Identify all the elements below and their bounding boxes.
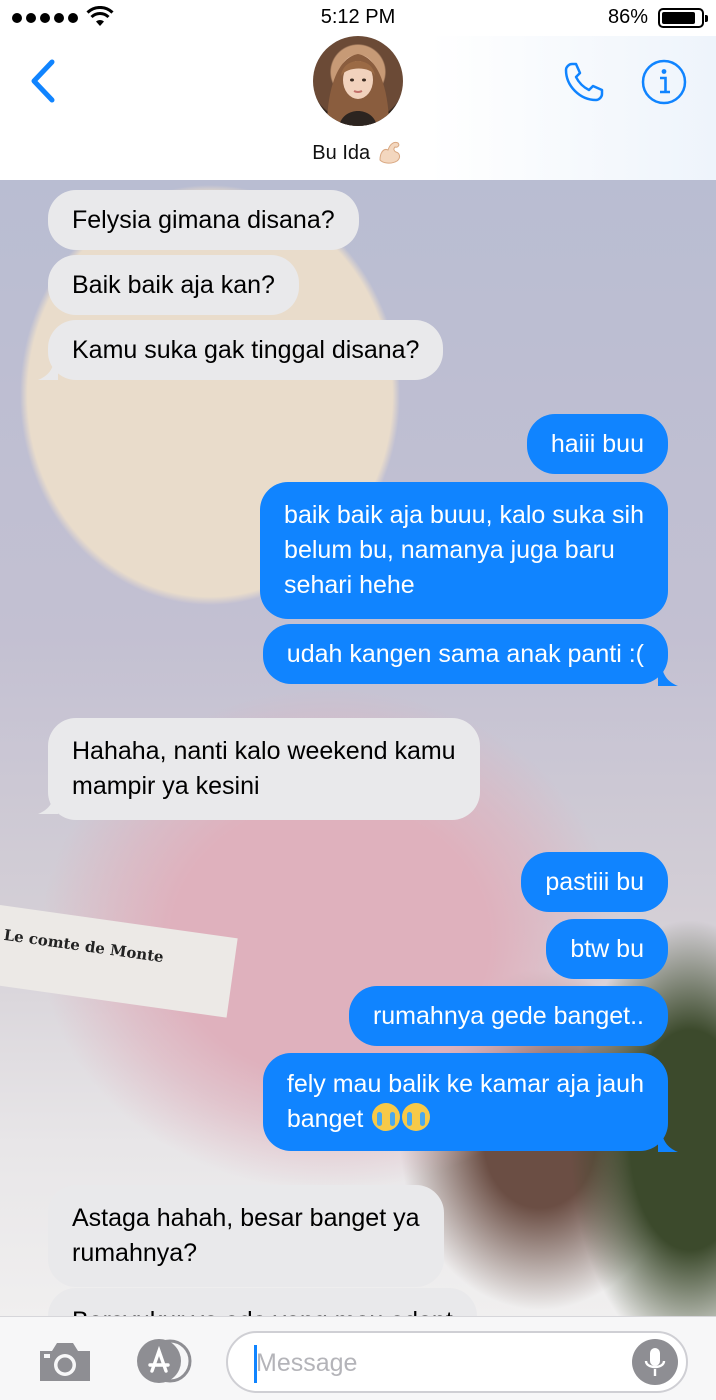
bubble-tail (658, 1134, 678, 1152)
outgoing-message[interactable]: fely mau balik ke kamar aja jauh banget (262, 1053, 668, 1151)
flexed-biceps-emoji (376, 141, 404, 164)
message-text: btw bu (570, 935, 644, 963)
message-text: rumahnya gede banget.. (372, 1002, 644, 1030)
loudly-crying-face-emoji (402, 1103, 431, 1131)
outgoing-message[interactable]: udah kangen sama anak panti :( (262, 624, 668, 684)
incoming-message[interactable]: Bersyukur ya ada yang mau adopt (48, 1288, 477, 1316)
incoming-message[interactable]: Felysia gimana disana? (48, 190, 359, 250)
message-text: mampir ya kesini (72, 772, 260, 800)
bubble-tail (38, 362, 58, 380)
back-chevron-icon[interactable] (26, 58, 60, 104)
outgoing-message[interactable]: baik baik aja buuu, kalo suka sih belum … (260, 482, 668, 619)
message-text: pastiii bu (545, 868, 644, 896)
message-field[interactable] (226, 1331, 688, 1393)
contact-name[interactable]: Bu Ida (0, 138, 716, 165)
wallpaper-label-text: Le comte de Monte (2, 925, 165, 967)
battery-icon (658, 8, 708, 28)
chat-thread[interactable]: Le comte de Monte Felysia gimana disana?… (0, 180, 716, 1316)
app-store-icon[interactable] (130, 1337, 194, 1385)
message-text: Baik baik aja kan? (72, 271, 275, 299)
message-text: Astaga hahah, besar banget ya (72, 1204, 420, 1232)
message-text: Hahaha, nanti kalo weekend kamu (72, 737, 456, 765)
message-text: sehari hehe (284, 571, 415, 599)
message-input-bar (0, 1316, 716, 1400)
phone-icon[interactable] (560, 58, 608, 106)
outgoing-message[interactable]: pastiii bu (521, 852, 668, 912)
microphone-icon[interactable] (632, 1339, 678, 1385)
contact-name-text: Bu Ida (312, 142, 371, 164)
message-text: rumahnya? (72, 1239, 198, 1267)
incoming-message[interactable]: Astaga hahah, besar banget ya rumahnya? (48, 1185, 444, 1287)
camera-icon[interactable] (36, 1339, 94, 1385)
status-bar: 5:12 PM 86% (0, 0, 716, 36)
outgoing-message[interactable]: btw bu (546, 919, 668, 979)
message-text: baik baik aja buuu, kalo suka sih (284, 501, 644, 529)
message-text: banget (286, 1105, 364, 1133)
bubble-tail (38, 796, 58, 814)
message-text: Kamu suka gak tinggal disana? (72, 336, 420, 364)
message-text: fely mau balik ke kamar aja jauh (286, 1070, 644, 1098)
wallpaper-book-label: Le comte de Monte (0, 905, 238, 1018)
message-line: banget (287, 1102, 644, 1137)
contact-avatar[interactable] (313, 36, 403, 126)
message-text: Felysia gimana disana? (72, 206, 335, 234)
incoming-message[interactable]: Baik baik aja kan? (48, 255, 299, 315)
loudly-crying-face-emoji (372, 1103, 401, 1131)
info-icon[interactable] (640, 58, 688, 106)
conversation-header: Bu Ida (0, 36, 716, 180)
message-text: udah kangen sama anak panti :( (286, 640, 644, 668)
message-text: haiii buu (550, 430, 644, 458)
outgoing-message[interactable]: haiii buu (526, 414, 668, 474)
bubble-tail (658, 668, 678, 686)
message-text: belum bu, namanya juga baru (284, 536, 615, 564)
battery-percent: 86% (607, 6, 648, 28)
message-text: Bersyukur ya ada yang mau adopt (72, 1304, 453, 1316)
message-input[interactable] (256, 1345, 616, 1381)
outgoing-message[interactable]: rumahnya gede banget.. (348, 986, 668, 1046)
incoming-message[interactable]: Hahaha, nanti kalo weekend kamu mampir y… (48, 718, 480, 820)
incoming-message[interactable]: Kamu suka gak tinggal disana? (48, 320, 444, 380)
